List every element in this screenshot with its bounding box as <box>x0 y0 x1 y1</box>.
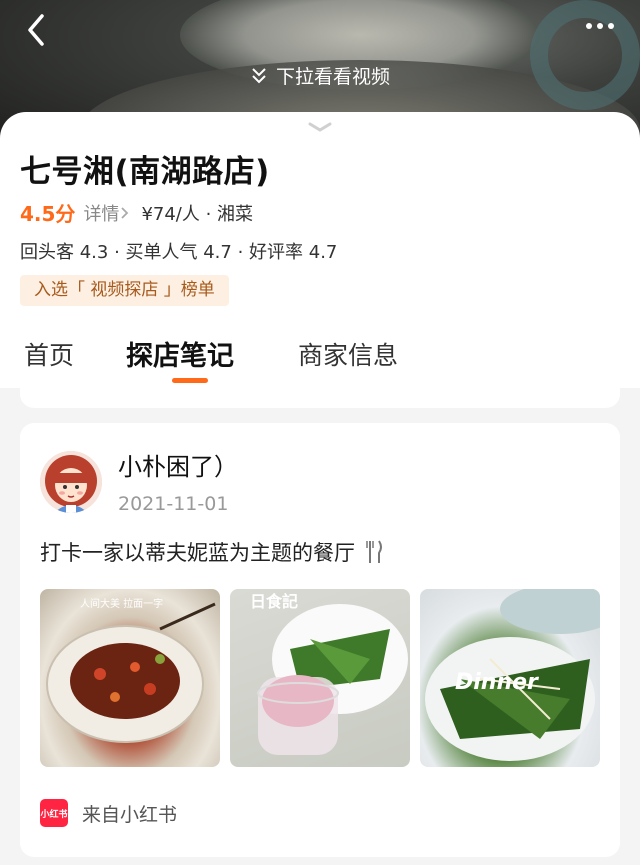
photo-caption-1: 人间大美 拉面一字 <box>80 597 163 610</box>
pull-hint-label: 下拉看看视频 <box>275 66 390 88</box>
photo-caption-2: 日食記 <box>250 592 298 611</box>
rating-row: 4.5分 详情 ¥74/人 · 湘菜 <box>20 198 253 227</box>
xiaohongshu-logo-icon: 小红书 <box>40 799 68 827</box>
beef-pepper-dish-image: 人间大美 拉面一字 <box>46 597 216 743</box>
note-text: 打卡一家以蒂夫妮蓝为主题的餐厅 <box>40 537 385 567</box>
food-photo-2[interactable]: 日食記 <box>230 589 410 767</box>
green-salad-image: Dinner <box>425 589 600 761</box>
shop-name: 七号湘(南湖路店) <box>20 154 270 190</box>
shop-score: 4.5分 <box>20 202 76 226</box>
shop-metrics: 回头客 4.3 · 买单人气 4.7 · 好评率 4.7 <box>20 242 338 263</box>
tab-bar: 首页 探店笔记 商家信息 <box>0 322 640 388</box>
photo-grid: 人间大美 拉面一字 日食記 Dinner <box>40 589 600 767</box>
note-card[interactable]: 小朴困了） 2021-11-01 打卡一家以蒂夫妮蓝为主题的餐厅 人间大美 拉面… <box>20 423 620 857</box>
tab-notes[interactable]: 探店笔记 <box>126 334 234 373</box>
food-photo-3[interactable]: Dinner <box>420 589 600 767</box>
food-photo-1[interactable]: 人间大美 拉面一字 <box>40 589 220 767</box>
fork-knife-icon <box>366 540 382 563</box>
drag-handle-icon[interactable] <box>306 120 334 134</box>
cartoon-girl-avatar-icon <box>40 451 102 513</box>
post-date: 2021-11-01 <box>118 493 229 515</box>
price-category: ¥74/人 · 湘菜 <box>141 203 254 225</box>
detail-link[interactable]: 详情 <box>83 200 131 226</box>
more-options-button[interactable] <box>580 12 620 40</box>
back-button[interactable] <box>18 10 58 50</box>
double-chevron-down-icon <box>252 67 266 83</box>
dot-icon <box>608 23 614 29</box>
section-card-bottom <box>20 388 620 408</box>
ranking-badge[interactable]: 入选「 视频探店 」榜单 <box>20 275 229 306</box>
author-name[interactable]: 小朴困了） <box>118 447 238 482</box>
tab-merchant-info[interactable]: 商家信息 <box>298 336 398 372</box>
drink-greens-image: 日食記 <box>250 592 408 755</box>
pull-down-hint[interactable]: 下拉看看视频 <box>0 62 640 89</box>
active-tab-indicator <box>172 378 208 383</box>
note-text-content: 打卡一家以蒂夫妮蓝为主题的餐厅 <box>40 541 355 565</box>
chevron-left-icon <box>28 14 44 46</box>
photo-caption-3: Dinner <box>455 670 539 695</box>
dot-icon <box>597 23 603 29</box>
dot-icon <box>586 23 592 29</box>
avatar[interactable] <box>40 451 102 513</box>
source-row[interactable]: 小红书 来自小红书 <box>40 799 177 827</box>
detail-label: 详情 <box>83 203 120 225</box>
shop-info-card: 七号湘(南湖路店) 4.5分 详情 ¥74/人 · 湘菜 回头客 4.3 · 买… <box>0 112 640 332</box>
tab-home[interactable]: 首页 <box>24 336 74 372</box>
source-label: 来自小红书 <box>82 803 178 826</box>
chevron-right-icon <box>121 206 129 219</box>
